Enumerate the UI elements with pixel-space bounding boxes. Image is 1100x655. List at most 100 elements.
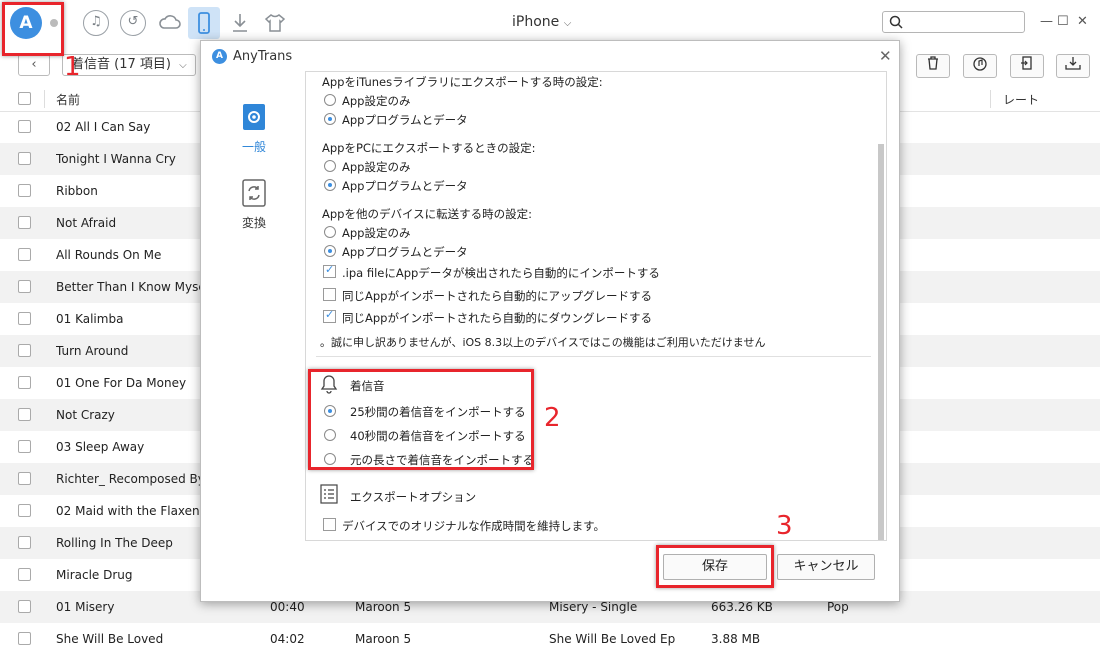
- cell-name: Not Afraid: [56, 216, 117, 230]
- export-icon: [1021, 56, 1032, 70]
- auto-upgrade-checkbox[interactable]: [323, 288, 336, 301]
- cell-album: She Will Be Loved Ep: [549, 632, 676, 646]
- export-options-heading: エクスポートオプション: [350, 490, 477, 504]
- back-button[interactable]: ‹: [18, 54, 50, 76]
- itunes-icon: [973, 57, 987, 71]
- step-number-2: 2: [544, 403, 561, 433]
- add-button[interactable]: [1056, 54, 1090, 78]
- cell-genre: Pop: [827, 600, 849, 614]
- scrollbar-thumb[interactable]: [878, 144, 884, 540]
- cell-name: Tonight I Wanna Cry: [56, 152, 176, 166]
- cell-album: Misery - Single: [549, 600, 638, 614]
- download-icon[interactable]: [227, 10, 253, 36]
- row-checkbox[interactable]: [18, 152, 31, 165]
- panel-scrollbar[interactable]: [876, 72, 886, 540]
- row-checkbox[interactable]: [18, 440, 31, 453]
- select-all-checkbox[interactable]: [18, 92, 31, 105]
- music-icon[interactable]: ♫: [83, 10, 109, 36]
- radio-label: Appプログラムとデータ: [342, 179, 468, 193]
- row-checkbox[interactable]: [18, 120, 31, 133]
- row-checkbox[interactable]: [18, 504, 31, 517]
- delete-button[interactable]: [916, 54, 950, 78]
- cell-name: All Rounds On Me: [56, 248, 162, 262]
- radio-label: App設定のみ: [342, 94, 411, 108]
- cell-name: 01 Misery: [56, 600, 115, 614]
- import-icon: [1065, 57, 1081, 70]
- category-label: 着信音 (17 項目): [71, 57, 171, 72]
- highlight-box-save: [656, 545, 774, 588]
- sidebar-item-general[interactable]: 一般: [224, 103, 284, 155]
- row-checkbox[interactable]: [18, 472, 31, 485]
- cell-name: 01 One For Da Money: [56, 376, 187, 390]
- row-checkbox[interactable]: [18, 600, 31, 613]
- icloud-icon[interactable]: [157, 10, 183, 36]
- maximize-icon[interactable]: ☐: [1057, 14, 1069, 29]
- keep-creation-time-checkbox[interactable]: [323, 518, 336, 531]
- ios-compat-note: 。誠に申し訳ありませんが、iOS 8.3以上のデバイスではこの機能はご利用いただ…: [320, 336, 766, 349]
- column-header-rate[interactable]: レート: [1003, 91, 1039, 108]
- restore-icon[interactable]: ↺: [120, 10, 146, 36]
- close-window-icon[interactable]: ✕: [1077, 14, 1088, 29]
- row-checkbox[interactable]: [18, 344, 31, 357]
- row-checkbox[interactable]: [18, 536, 31, 549]
- shirt-icon[interactable]: [262, 10, 288, 36]
- to-computer-button[interactable]: [1010, 54, 1044, 78]
- row-checkbox[interactable]: [18, 248, 31, 261]
- cell-name: 01 Kalimba: [56, 312, 124, 326]
- column-divider: [990, 90, 991, 108]
- cell-name: Turn Around: [56, 344, 129, 358]
- row-checkbox[interactable]: [18, 408, 31, 421]
- auto-import-ipa-checkbox[interactable]: [323, 263, 336, 278]
- pc-export-settings-only-radio[interactable]: [324, 160, 336, 172]
- itunes-export-settings-only-radio[interactable]: [324, 94, 336, 106]
- device-icon[interactable]: [188, 7, 220, 39]
- list-options-icon: [320, 484, 338, 504]
- close-icon[interactable]: ✕: [879, 47, 892, 65]
- step-number-3: 3: [776, 511, 793, 541]
- radio-label: Appプログラムとデータ: [342, 113, 468, 127]
- chevron-down-icon: ⌵: [563, 18, 572, 29]
- device-transfer-program-data-radio[interactable]: [324, 245, 336, 257]
- row-checkbox[interactable]: [18, 280, 31, 293]
- category-dropdown[interactable]: 着信音 (17 項目) ⌵: [62, 54, 196, 76]
- pc-export-heading: AppをPCにエクスポートするときの設定:: [322, 141, 536, 155]
- column-divider: [44, 90, 45, 108]
- cell-artist: Maroon 5: [355, 600, 412, 614]
- cancel-button[interactable]: キャンセル: [777, 554, 875, 580]
- column-header-name[interactable]: 名前: [56, 91, 80, 108]
- highlight-box-logo: [2, 2, 64, 56]
- cell-name: Better Than I Know Myself: [56, 280, 202, 294]
- row-checkbox[interactable]: [18, 568, 31, 581]
- checkbox-label: デバイスでのオリジナルな作成時間を維持します。: [342, 519, 606, 533]
- radio-label: App設定のみ: [342, 160, 411, 174]
- search-input[interactable]: [882, 11, 1025, 33]
- to-itunes-button[interactable]: [963, 54, 997, 78]
- device-title[interactable]: iPhone ⌵: [512, 14, 571, 30]
- pc-export-program-data-radio[interactable]: [324, 179, 336, 191]
- row-checkbox[interactable]: [18, 216, 31, 229]
- convert-icon: [242, 179, 266, 207]
- cell-artist: Maroon 5: [355, 632, 412, 646]
- row-checkbox[interactable]: [18, 632, 31, 645]
- section-divider: [316, 356, 871, 357]
- radio-label: Appプログラムとデータ: [342, 245, 468, 259]
- itunes-export-program-data-radio[interactable]: [324, 113, 336, 125]
- row-checkbox[interactable]: [18, 312, 31, 325]
- row-checkbox[interactable]: [18, 184, 31, 197]
- sidebar-item-label: 変換: [241, 216, 266, 230]
- highlight-box-ringtone: [308, 369, 534, 470]
- dialog-title: AnyTrans: [233, 49, 293, 64]
- search-icon: [889, 15, 903, 29]
- sidebar-item-convert[interactable]: 変換: [224, 179, 284, 231]
- device-transfer-settings-only-radio[interactable]: [324, 226, 336, 238]
- cell-name: 02 All I Can Say: [56, 120, 151, 134]
- cell-name: Miracle Drug: [56, 568, 133, 582]
- settings-icon: [243, 104, 265, 130]
- row-checkbox[interactable]: [18, 376, 31, 389]
- minimize-icon[interactable]: —: [1040, 14, 1053, 29]
- chevron-down-icon: ⌵: [179, 60, 187, 71]
- table-row[interactable]: She Will Be Loved 04:02 Maroon 5 She Will B…: [0, 623, 1100, 655]
- cell-time: 00:40: [270, 600, 305, 614]
- cell-name: Richter_ Recomposed By M: [56, 472, 202, 486]
- auto-downgrade-checkbox[interactable]: [323, 308, 336, 323]
